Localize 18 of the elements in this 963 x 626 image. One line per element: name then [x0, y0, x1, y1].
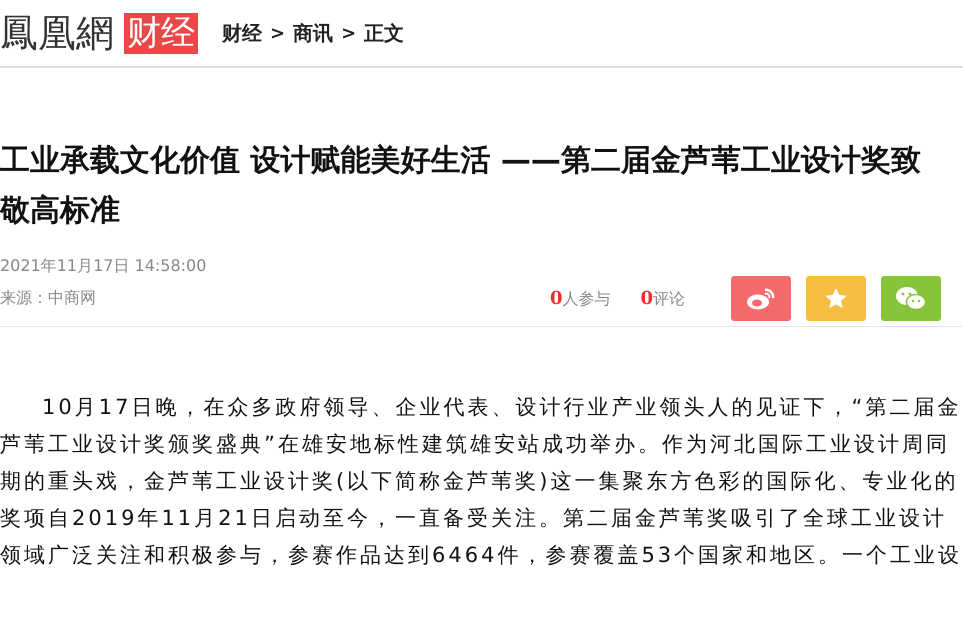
article-paragraph: 10月17日晚，在众多政府领导、企业代表、设计行业产业领头人的见证下，“第二届金芦苇工业设计奖颁奖盛典”在雄安地标性建筑雄安站成功举办。作为河北国际工业设计周同期的重头戏，金芦苇工业设计奖(以下简称金芦苇奖)这一集聚东方色彩的国际化、专业化的奖项自2019年11月21日启动至今，一直备受关注。第二届金芦苇奖吸引了全球工业设计领域广泛关注和积极参与，参赛作品达到6464件，参赛覆盖53个国家和地区。一个工业设 [0, 394, 963, 569]
site-logo[interactable]: 鳳凰網 [0, 8, 114, 58]
breadcrumb-separator: > [270, 22, 286, 44]
channel-logo[interactable]: 财经 [124, 12, 198, 54]
wechat-icon [895, 286, 928, 312]
breadcrumb-separator: > [341, 22, 356, 44]
participants-count[interactable]: 0人参与 [550, 288, 611, 310]
breadcrumb-link[interactable]: 正文 [364, 20, 404, 46]
weibo-share-button[interactable] [731, 276, 792, 321]
star-icon [824, 286, 848, 310]
breadcrumb-link[interactable]: 财经 [222, 20, 262, 46]
comments-link[interactable]: 0评论 [640, 288, 686, 310]
weibo-icon [746, 286, 776, 310]
article-source: 来源：中商网 [0, 288, 97, 309]
publish-date: 2021年11月17日 14:58:00 [0, 256, 208, 277]
favorite-button[interactable] [806, 276, 866, 321]
wechat-share-button[interactable] [881, 276, 942, 321]
breadcrumb-link[interactable]: 商讯 [293, 20, 334, 46]
